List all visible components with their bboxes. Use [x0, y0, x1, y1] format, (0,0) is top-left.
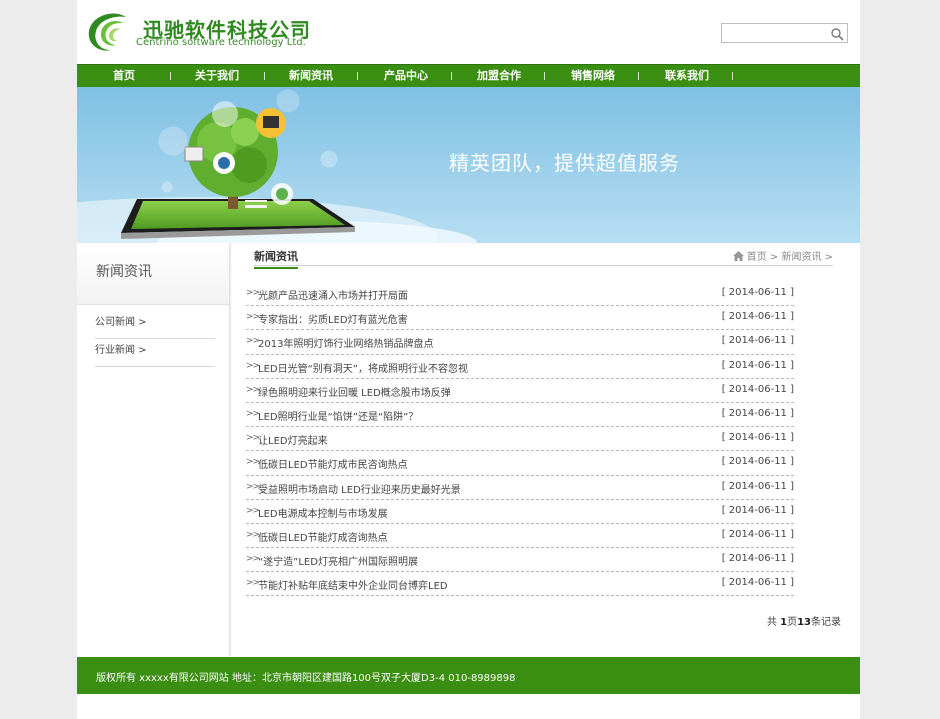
- news-date: [ 2014-06-11 ]: [721, 553, 794, 565]
- main-nav: 首页 关于我们 新闻资讯 产品中心 加盟合作 销售网络 联系我们: [77, 64, 860, 87]
- news-title-link[interactable]: 受益照明市场启动 LED行业迎来历史最好光景: [258, 481, 461, 496]
- nav-separator: [732, 72, 733, 80]
- sidebar-divider: [229, 243, 232, 656]
- nav-item-contact[interactable]: 联系我们: [659, 65, 715, 87]
- news-title-link[interactable]: 专家指出：劣质LED灯有蓝光危害: [258, 311, 408, 326]
- news-title-link[interactable]: 节能灯补贴年底结束中外企业同台博弈LED: [258, 577, 448, 592]
- news-title-link[interactable]: LED日光管“别有洞天”，将成照明行业不容忽视: [258, 360, 468, 375]
- news-date: [ 2014-06-11 ]: [721, 335, 794, 347]
- nav-separator: [264, 72, 265, 80]
- news-date: [ 2014-06-11 ]: [721, 456, 794, 468]
- news-row[interactable]: >> 低碳日LED节能灯成咨询热点[ 2014-06-11 ]: [246, 524, 794, 549]
- search-input[interactable]: [722, 24, 826, 42]
- banner-slogan: 精英团队，提供超值服务: [449, 151, 680, 175]
- nav-item-products[interactable]: 产品中心: [378, 65, 434, 87]
- search-icon[interactable]: [830, 27, 844, 41]
- news-row[interactable]: >> 绿色照明迎来行业回暖 LED概念股市场反弹[ 2014-06-11 ]: [246, 379, 794, 403]
- news-row[interactable]: >> 节能灯补贴年底结束中外企业同台博弈LED[ 2014-06-11 ]: [246, 572, 794, 597]
- news-title-link[interactable]: “遂宁造”LED灯亮相广州国际照明展: [258, 553, 418, 568]
- nav-separator: [170, 72, 171, 80]
- news-row[interactable]: >> 受益照明市场启动 LED行业迎来历史最好光景[ 2014-06-11 ]: [246, 476, 794, 500]
- news-row[interactable]: >> “遂宁造”LED灯亮相广州国际照明展[ 2014-06-11 ]: [246, 548, 794, 573]
- news-row[interactable]: >> 低碳日LED节能灯成市民咨询热点[ 2014-06-11 ]: [246, 451, 794, 476]
- news-date: [ 2014-06-11 ]: [721, 504, 794, 516]
- section-title: 新闻资讯: [254, 248, 298, 269]
- news-list: >> 光颜产品迅速涌入市场并打开局面[ 2014-06-11 ] >> 专家指出：劣质…: [246, 282, 794, 597]
- content-header: 新闻资讯 首页 > 新闻资讯 >: [254, 243, 833, 269]
- home-icon: [732, 251, 744, 261]
- banner: 精英团队，提供超值服务: [77, 87, 860, 243]
- news-row[interactable]: >> 光颜产品迅速涌入市场并打开局面[ 2014-06-11 ]: [246, 282, 794, 307]
- news-row[interactable]: >> LED照明行业是“馅饼”还是“陷阱”？[ 2014-06-11 ]: [246, 403, 794, 428]
- news-row[interactable]: >> 让LED灯亮起来[ 2014-06-11 ]: [246, 427, 794, 452]
- news-date: [ 2014-06-11 ]: [721, 359, 794, 371]
- news-title-link[interactable]: LED照明行业是“馅饼”还是“陷阱”？: [258, 408, 418, 423]
- news-title-link[interactable]: 低碳日LED节能灯成咨询热点: [258, 529, 388, 544]
- news-row[interactable]: >> 2013年照明灯饰行业网络热销品牌盘点[ 2014-06-11 ]: [246, 330, 794, 355]
- nav-separator: [544, 72, 545, 80]
- news-row[interactable]: >> LED日光管“别有洞天”，将成照明行业不容忽视[ 2014-06-11 ]: [246, 355, 794, 379]
- sidebar-title: 新闻资讯: [96, 264, 152, 280]
- news-title-link[interactable]: 光颜产品迅速涌入市场并打开局面: [258, 287, 408, 302]
- nav-item-home[interactable]: 首页: [99, 65, 149, 87]
- sidebar-header: 新闻资讯: [77, 243, 229, 305]
- news-row[interactable]: >> LED电源成本控制与市场发展[ 2014-06-11 ]: [246, 500, 794, 524]
- breadcrumb[interactable]: 首页 > 新闻资讯 >: [732, 248, 833, 263]
- sidebar-item-industry-news[interactable]: 行业新闻 >: [95, 334, 215, 367]
- logo[interactable]: 迅驰软件科技公司 Centrino software technology Lt…: [86, 11, 310, 53]
- news-title-link[interactable]: 让LED灯亮起来: [258, 432, 328, 447]
- nav-separator: [451, 72, 452, 80]
- news-date: [ 2014-06-11 ]: [721, 287, 794, 298]
- nav-item-sales[interactable]: 销售网络: [565, 65, 621, 87]
- news-date: [ 2014-06-11 ]: [721, 432, 794, 444]
- news-title-link[interactable]: 2013年照明灯饰行业网络热销品牌盘点: [258, 335, 433, 350]
- nav-item-franchise[interactable]: 加盟合作: [471, 65, 527, 87]
- logo-swirl-icon: [88, 13, 126, 51]
- news-title-link[interactable]: 绿色照明迎来行业回暖 LED概念股市场反弹: [258, 384, 451, 399]
- pagination-info: 共 1页13条记录: [766, 617, 841, 628]
- news-date: [ 2014-06-11 ]: [721, 383, 794, 395]
- nav-separator: [638, 72, 639, 80]
- news-date: [ 2014-06-11 ]: [721, 311, 794, 323]
- footer-copyright: 版权所有 xxxxx有限公司网站 地址：北京市朝阳区建国路100号双子大厦D3-…: [96, 673, 516, 684]
- news-date: [ 2014-06-11 ]: [721, 407, 794, 419]
- company-name-en: Centrino software technology Ltd.: [136, 37, 306, 48]
- header: 迅驰软件科技公司 Centrino software technology Lt…: [77, 0, 860, 64]
- nav-item-about[interactable]: 关于我们: [189, 65, 245, 87]
- breadcrumb-text: 首页 > 新闻资讯 >: [746, 252, 833, 263]
- news-date: [ 2014-06-11 ]: [721, 577, 794, 589]
- nav-separator: [357, 72, 358, 80]
- news-date: [ 2014-06-11 ]: [721, 480, 794, 492]
- news-date: [ 2014-06-11 ]: [721, 528, 794, 540]
- page: 迅驰软件科技公司 Centrino software technology Lt…: [77, 0, 860, 719]
- nav-item-news[interactable]: 新闻资讯: [283, 65, 339, 87]
- record-count: 13: [797, 617, 811, 628]
- footer: 版权所有 xxxxx有限公司网站 地址：北京市朝阳区建国路100号双子大厦D3-…: [77, 657, 860, 694]
- news-title-link[interactable]: 低碳日LED节能灯成市民咨询热点: [258, 456, 408, 471]
- news-title-link[interactable]: LED电源成本控制与市场发展: [258, 505, 388, 520]
- search-box: [721, 23, 848, 43]
- news-row[interactable]: >> 专家指出：劣质LED灯有蓝光危害[ 2014-06-11 ]: [246, 306, 794, 331]
